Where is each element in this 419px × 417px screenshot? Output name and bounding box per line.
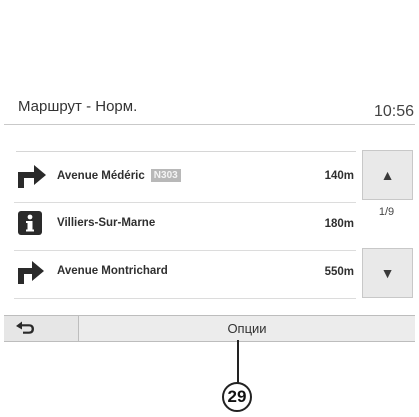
street-name: Avenue Montrichard <box>57 265 168 277</box>
turn-right-arrow-icon <box>14 160 50 190</box>
back-button[interactable] <box>4 316 79 341</box>
chevron-down-icon: ▼ <box>380 265 395 281</box>
route-title: Маршрут - Норм. <box>18 98 138 115</box>
scroll-up-button[interactable]: ▲ <box>362 150 413 200</box>
list-top-divider <box>16 151 356 152</box>
step-distance: 550m <box>324 266 354 278</box>
route-step-row[interactable]: Avenue Médéric N303 140m <box>14 154 358 198</box>
callout-leader-line <box>237 340 239 384</box>
callout-number: 29 <box>222 382 252 412</box>
turn-right-arrow-icon <box>14 256 50 286</box>
navigation-route-screen: Маршрут - Норм. 10:56 Avenue Médéric N303… <box>0 0 419 417</box>
step-distance: 180m <box>324 218 354 230</box>
page-indicator: 1/9 <box>378 206 395 218</box>
route-step-row[interactable]: Villiers-Sur-Marne 180m <box>14 202 358 246</box>
options-button[interactable]: Опции <box>79 316 415 341</box>
clock: 10:56 <box>373 103 414 120</box>
road-number-badge: N303 <box>150 169 181 182</box>
street-name: Avenue Médéric N303 <box>57 169 181 182</box>
back-arrow-icon <box>16 321 34 334</box>
route-step-row[interactable]: Avenue Montrichard 550m <box>14 250 358 294</box>
chevron-up-icon: ▲ <box>380 167 395 183</box>
scroll-down-button[interactable]: ▼ <box>362 248 413 298</box>
route-header: Маршрут - Норм. 10:56 <box>4 92 415 125</box>
step-distance: 140m <box>324 170 354 182</box>
row-divider <box>14 298 356 299</box>
street-name: Villiers-Sur-Marne <box>57 217 156 229</box>
info-icon <box>14 208 50 238</box>
bottom-bar: Опции <box>4 315 415 342</box>
options-button-label: Опции <box>227 321 267 336</box>
